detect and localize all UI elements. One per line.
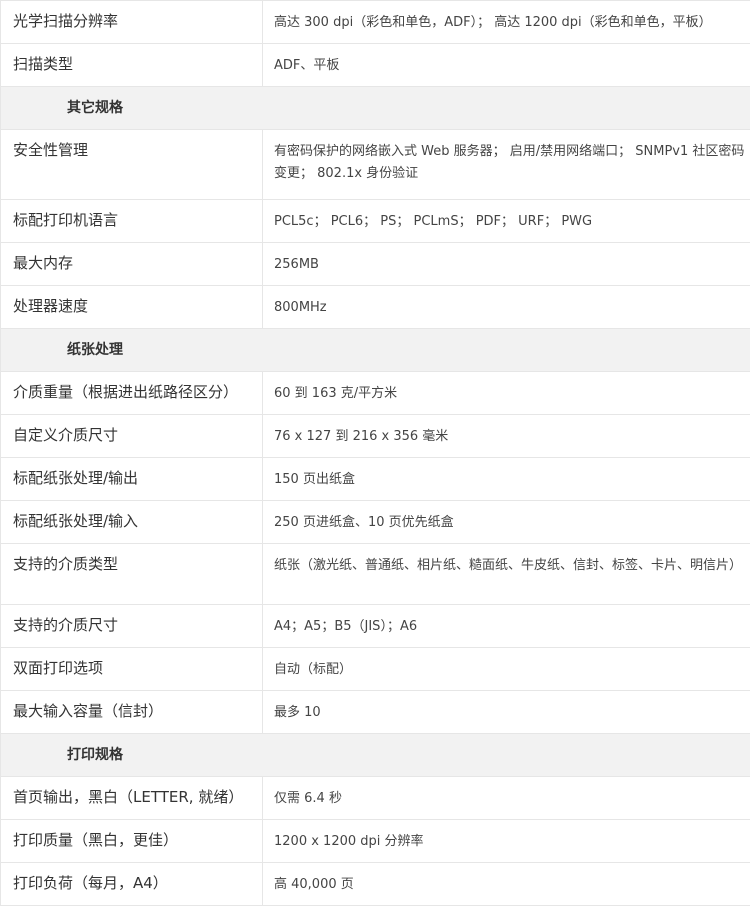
- spec-value: 76 x 127 到 216 x 356 毫米: [263, 415, 750, 458]
- spec-label: 打印负荷（每月，A4）: [1, 863, 263, 906]
- spec-value: 250 页进纸盒、10 页优先纸盒: [263, 501, 750, 544]
- spec-label: 支持的介质尺寸: [1, 605, 263, 648]
- spec-row: 处理器速度 800MHz: [1, 286, 750, 329]
- spec-value: 150 页出纸盒: [263, 458, 750, 501]
- spec-value: PCL5c； PCL6； PS； PCLmS； PDF； URF； PWG: [263, 200, 750, 243]
- section-title: 打印规格: [1, 734, 750, 777]
- spec-row: 光学扫描分辨率 高达 300 dpi（彩色和单色，ADF）； 高达 1200 d…: [1, 1, 750, 44]
- spec-label: 处理器速度: [1, 286, 263, 329]
- spec-label: 光学扫描分辨率: [1, 1, 263, 44]
- spec-label: 标配纸张处理/输出: [1, 458, 263, 501]
- spec-label: 扫描类型: [1, 44, 263, 87]
- spec-row: 支持的介质尺寸 A4；A5；B5（JIS）；A6: [1, 605, 750, 648]
- spec-value: 1200 x 1200 dpi 分辨率: [263, 820, 750, 863]
- section-header-row: 打印规格: [1, 734, 750, 777]
- spec-value: 仅需 6.4 秒: [263, 777, 750, 820]
- spec-label: 自定义介质尺寸: [1, 415, 263, 458]
- spec-value: 60 到 163 克/平方米: [263, 372, 750, 415]
- spec-value: ADF、平板: [263, 44, 750, 87]
- spec-row: 标配纸张处理/输出 150 页出纸盒: [1, 458, 750, 501]
- spec-table: 光学扫描分辨率 高达 300 dpi（彩色和单色，ADF）； 高达 1200 d…: [0, 0, 750, 906]
- section-header-row: 纸张处理: [1, 329, 750, 372]
- spec-row: 打印质量（黑白，更佳） 1200 x 1200 dpi 分辨率: [1, 820, 750, 863]
- spec-row: 安全性管理 有密码保护的网络嵌入式 Web 服务器； 启用/禁用网络端口； SN…: [1, 130, 750, 200]
- spec-label: 最大内存: [1, 243, 263, 286]
- spec-label: 双面打印选项: [1, 648, 263, 691]
- spec-value: 纸张（激光纸、普通纸、相片纸、糙面纸、牛皮纸、信封、标签、卡片、明信片）: [263, 544, 750, 605]
- spec-value: 高 40,000 页: [263, 863, 750, 906]
- spec-row: 最大内存 256MB: [1, 243, 750, 286]
- spec-value: 256MB: [263, 243, 750, 286]
- spec-row: 首页输出，黑白（LETTER, 就绪） 仅需 6.4 秒: [1, 777, 750, 820]
- spec-label: 首页输出，黑白（LETTER, 就绪）: [1, 777, 263, 820]
- spec-row: 标配打印机语言 PCL5c； PCL6； PS； PCLmS； PDF； URF…: [1, 200, 750, 243]
- spec-row: 最大输入容量（信封） 最多 10: [1, 691, 750, 734]
- spec-label: 最大输入容量（信封）: [1, 691, 263, 734]
- section-header-row: 其它规格: [1, 87, 750, 130]
- spec-row: 打印负荷（每月，A4） 高 40,000 页: [1, 863, 750, 906]
- spec-row: 扫描类型 ADF、平板: [1, 44, 750, 87]
- section-title: 纸张处理: [1, 329, 750, 372]
- spec-label: 安全性管理: [1, 130, 263, 200]
- section-title: 其它规格: [1, 87, 750, 130]
- spec-label: 支持的介质类型: [1, 544, 263, 605]
- spec-label: 标配打印机语言: [1, 200, 263, 243]
- spec-label: 介质重量（根据进出纸路径区分）: [1, 372, 263, 415]
- spec-row: 支持的介质类型 纸张（激光纸、普通纸、相片纸、糙面纸、牛皮纸、信封、标签、卡片、…: [1, 544, 750, 605]
- spec-value: A4；A5；B5（JIS）；A6: [263, 605, 750, 648]
- spec-value: 有密码保护的网络嵌入式 Web 服务器； 启用/禁用网络端口； SNMPv1 社…: [263, 130, 750, 200]
- spec-value: 800MHz: [263, 286, 750, 329]
- spec-value: 最多 10: [263, 691, 750, 734]
- spec-label: 标配纸张处理/输入: [1, 501, 263, 544]
- spec-row: 双面打印选项 自动（标配）: [1, 648, 750, 691]
- spec-label: 打印质量（黑白，更佳）: [1, 820, 263, 863]
- spec-value: 自动（标配）: [263, 648, 750, 691]
- spec-value: 高达 300 dpi（彩色和单色，ADF）； 高达 1200 dpi（彩色和单色…: [263, 1, 750, 44]
- spec-row: 标配纸张处理/输入 250 页进纸盒、10 页优先纸盒: [1, 501, 750, 544]
- spec-row: 自定义介质尺寸 76 x 127 到 216 x 356 毫米: [1, 415, 750, 458]
- spec-row: 介质重量（根据进出纸路径区分） 60 到 163 克/平方米: [1, 372, 750, 415]
